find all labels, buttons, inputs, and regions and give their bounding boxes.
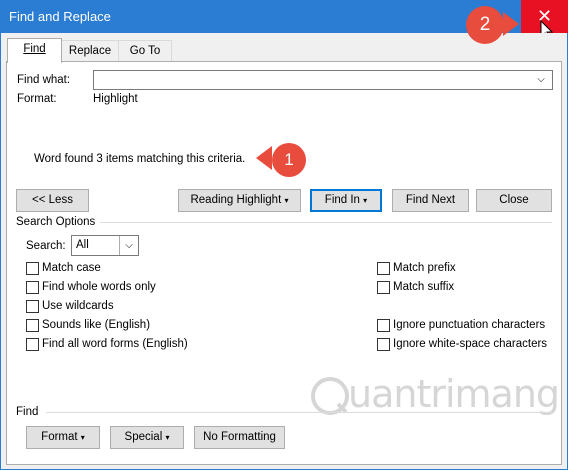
format-value: Highlight [93, 93, 138, 105]
search-options-heading: Search Options [16, 216, 96, 228]
less-button[interactable]: << Less [16, 189, 89, 212]
reading-highlight-button[interactable]: Reading Highlight ▾ [178, 189, 301, 212]
annotation-badge-1: 1 [272, 143, 306, 177]
match-prefix-checkbox[interactable] [377, 262, 390, 275]
ignore-punctuation-label: Ignore punctuation characters [393, 319, 546, 331]
match-prefix-label: Match prefix [393, 262, 456, 274]
annotation-badge-2: 2 [466, 6, 504, 44]
separator [46, 412, 552, 413]
chevron-down-icon[interactable]: ⌵ [531, 71, 551, 89]
sounds-like-checkbox[interactable] [26, 319, 39, 332]
find-in-button[interactable]: Find In ▾ [310, 189, 382, 212]
format-button[interactable]: Format ▾ [26, 426, 100, 449]
search-direction-value: All [76, 239, 89, 251]
status-message: Word found 3 items matching this criteri… [34, 153, 246, 165]
dropdown-arrow-icon: ▾ [363, 196, 368, 205]
window-title: Find and Replace [9, 9, 111, 24]
tab-goto[interactable]: Go To [118, 40, 172, 61]
special-button-label: Special [124, 431, 163, 443]
tab-find[interactable]: Find [7, 38, 62, 63]
ignore-punctuation-checkbox[interactable] [377, 319, 390, 332]
special-button[interactable]: Special ▾ [110, 426, 184, 449]
search-direction-select[interactable]: All ⌵ [71, 235, 139, 256]
find-next-button[interactable]: Find Next [392, 189, 469, 212]
watermark-text: uantrimang [348, 372, 560, 416]
find-section-heading: Find [16, 406, 39, 418]
whole-words-label: Find whole words only [42, 281, 156, 293]
sounds-like-label: Sounds like (English) [42, 319, 151, 331]
watermark-logo-icon [311, 377, 349, 415]
ignore-whitespace-checkbox[interactable] [377, 338, 390, 351]
find-what-label: Find what: [17, 74, 71, 86]
annotation-pointer-1 [256, 146, 272, 170]
dropdown-arrow-icon: ▾ [165, 433, 170, 442]
wildcards-label: Use wildcards [42, 300, 114, 312]
dropdown-arrow-icon: ▾ [80, 433, 85, 442]
chevron-down-icon[interactable]: ⌵ [119, 236, 138, 255]
match-suffix-label: Match suffix [393, 281, 455, 293]
format-button-label: Format [41, 431, 78, 443]
match-case-checkbox[interactable] [26, 262, 39, 275]
wildcards-checkbox[interactable] [26, 300, 39, 313]
separator [100, 222, 552, 223]
format-label: Format: [17, 93, 57, 105]
dropdown-arrow-icon: ▾ [284, 196, 289, 205]
tab-replace[interactable]: Replace [61, 40, 119, 61]
match-suffix-checkbox[interactable] [377, 281, 390, 294]
reading-highlight-label: Reading Highlight [190, 194, 282, 206]
word-forms-checkbox[interactable] [26, 338, 39, 351]
word-forms-label: Find all word forms (English) [42, 338, 188, 350]
tab-replace-label: Replace [68, 45, 112, 57]
annotation-pointer-2 [503, 12, 519, 36]
search-label: Search: [26, 240, 66, 252]
match-case-label: Match case [42, 262, 101, 274]
ignore-whitespace-label: Ignore white-space characters [393, 338, 548, 350]
whole-words-checkbox[interactable] [26, 281, 39, 294]
tab-find-label: Find [23, 43, 46, 55]
find-in-label: Find In [324, 194, 360, 206]
no-formatting-button[interactable]: No Formatting [194, 426, 285, 449]
find-what-input[interactable] [93, 70, 553, 90]
close-button[interactable]: Close [476, 189, 552, 212]
tab-goto-label: Go To [129, 45, 161, 57]
